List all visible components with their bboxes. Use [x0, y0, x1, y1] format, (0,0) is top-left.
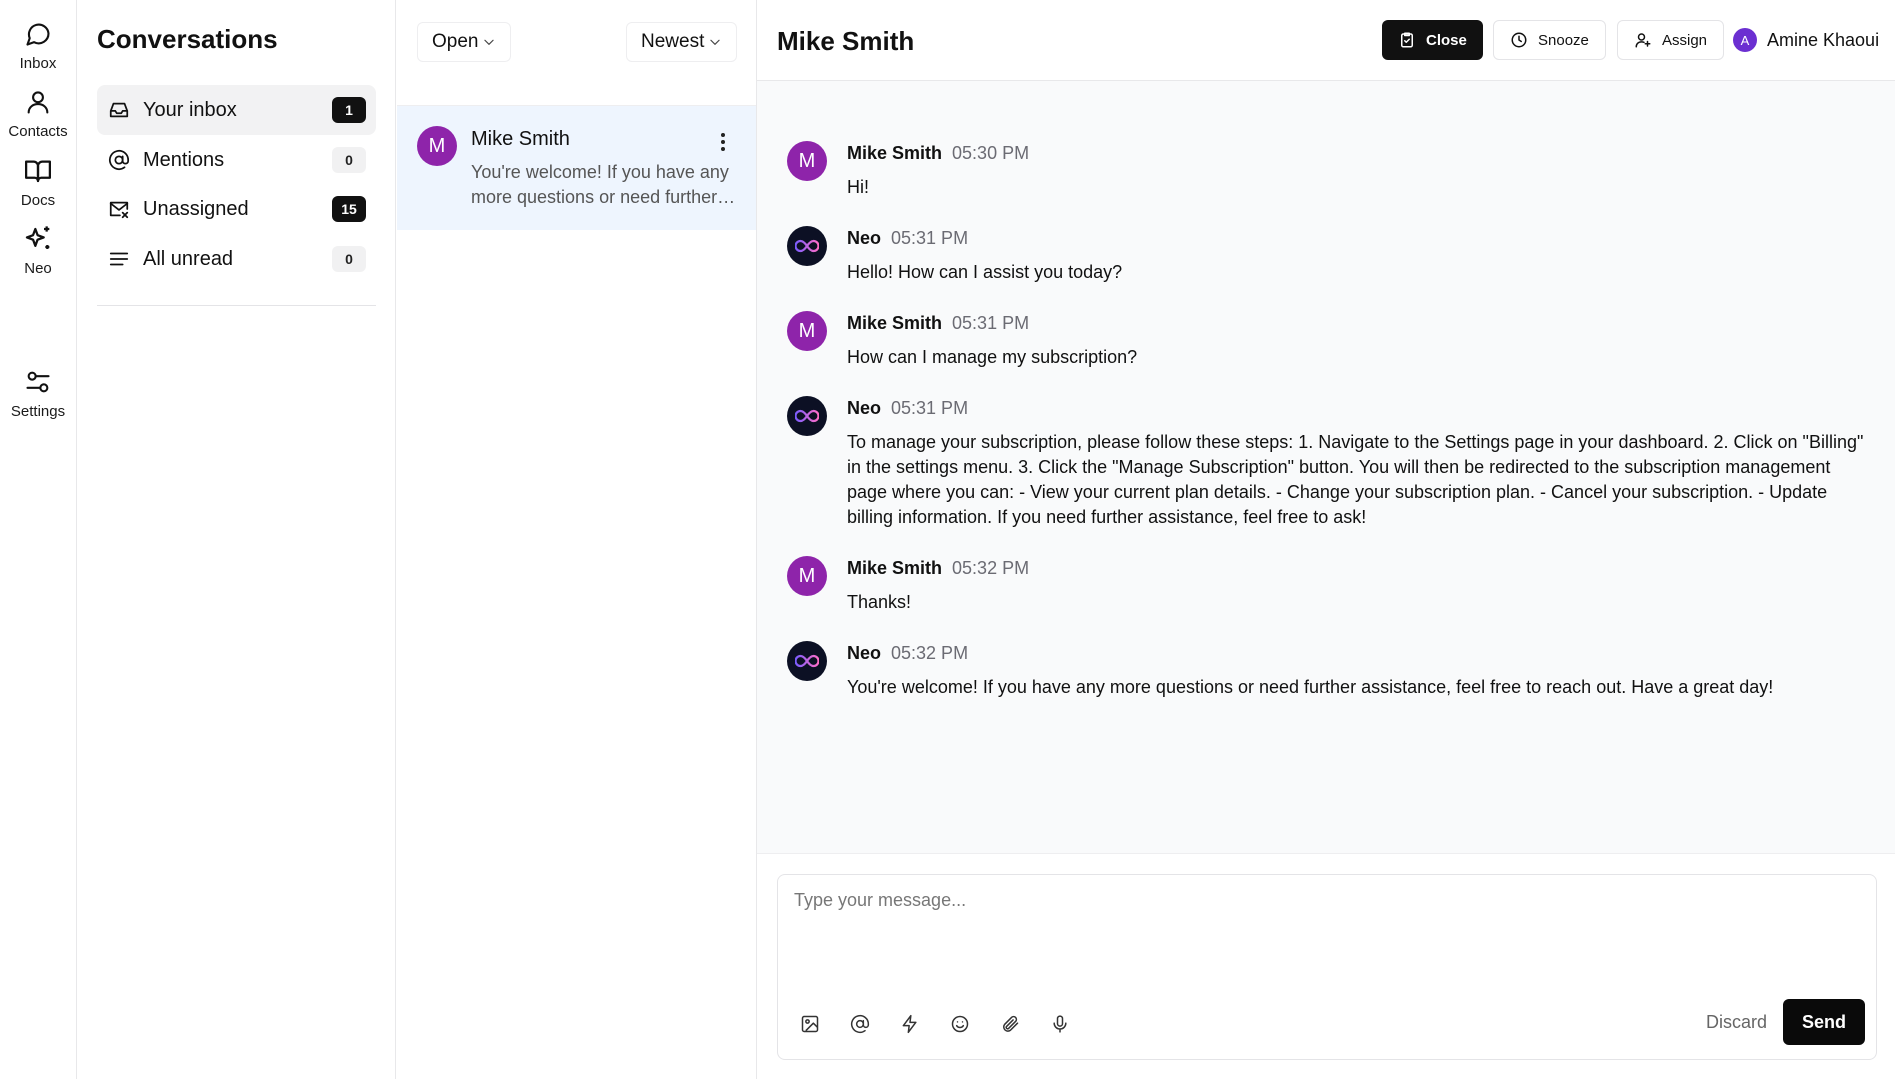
chat-header: Mike Smith Close Snooze Assign A Amine K… — [757, 0, 1895, 81]
message-author: Neo — [847, 643, 882, 663]
assign-label: Assign — [1662, 31, 1708, 49]
chat-bubble-icon — [22, 18, 54, 50]
mail-x-icon — [107, 197, 131, 221]
current-user-menu[interactable]: A Amine Khaoui — [1733, 28, 1879, 52]
clipboard-check-icon — [1398, 31, 1416, 49]
nav-label: Unassigned — [143, 197, 249, 220]
neo-bot-avatar-icon — [787, 226, 827, 266]
panel-title: Conversations — [97, 24, 278, 54]
count-badge: 0 — [332, 147, 366, 173]
message-time: 05:32 PM — [952, 558, 1030, 578]
rail-label: Inbox — [19, 55, 57, 72]
conversation-name: Mike Smith — [471, 128, 570, 150]
paperclip-icon[interactable] — [998, 1012, 1022, 1036]
user-name: Amine Khaoui — [1767, 29, 1880, 50]
rail-label: Contacts — [8, 123, 68, 140]
sliders-icon — [22, 366, 54, 398]
sparkles-icon — [22, 223, 54, 255]
inbox-tray-icon — [107, 98, 131, 122]
neo-bot-avatar-icon — [787, 641, 827, 681]
conversation-list-panel: Open Newest M Mike Smith You're welcome!… — [397, 0, 757, 1079]
assign-button[interactable]: Assign — [1617, 20, 1725, 60]
count-badge: 1 — [332, 97, 366, 123]
chat-title: Mike Smith — [777, 26, 915, 56]
divider — [97, 305, 376, 306]
chevron-down-icon — [708, 35, 722, 49]
message-composer: Discard Send — [777, 874, 1877, 1060]
at-sign-icon[interactable] — [848, 1012, 872, 1036]
message-author: Mike Smith — [847, 313, 943, 333]
status-filter-value: Open — [432, 31, 479, 52]
rail-item-contacts[interactable]: Contacts — [0, 86, 76, 140]
book-icon — [22, 155, 54, 187]
nav-label: All unread — [143, 247, 234, 270]
message-author: Mike Smith — [847, 143, 943, 163]
more-options-icon[interactable] — [713, 130, 733, 154]
clock-icon — [1510, 31, 1528, 49]
at-sign-icon — [107, 148, 131, 172]
person-icon — [22, 86, 54, 118]
rail-label: Settings — [10, 403, 66, 420]
chevron-down-icon — [482, 35, 496, 49]
rail-item-settings[interactable]: Settings — [0, 366, 76, 420]
nav-label: Your inbox — [143, 98, 237, 121]
message-author: Mike Smith — [847, 558, 943, 578]
composer-toolbar — [798, 1012, 1072, 1036]
status-filter-dropdown[interactable]: Open — [417, 22, 512, 62]
conversation-list-item[interactable]: M Mike Smith You're welcome! If you have… — [397, 106, 756, 230]
avatar: M — [787, 556, 827, 596]
sort-filter-value: Newest — [641, 31, 705, 52]
microphone-icon[interactable] — [1048, 1012, 1072, 1036]
rail-label: Neo — [24, 260, 52, 277]
message-text: Thanks! — [847, 592, 912, 612]
message-text: How can I manage my subscription? — [847, 347, 1138, 367]
message-time: 05:31 PM — [891, 228, 969, 248]
avatar: M — [787, 311, 827, 351]
message-author: Neo — [847, 398, 882, 418]
conversation-preview: You're welcome! If you have any more que… — [471, 162, 729, 207]
nav-item-mentions[interactable]: Mentions 0 — [97, 135, 376, 185]
message-text: Hi! — [847, 177, 869, 197]
avatar: M — [417, 126, 457, 166]
nav-item-your-inbox[interactable]: Your inbox 1 — [97, 85, 376, 135]
lines-icon — [107, 247, 131, 271]
message-text: You're welcome! If you have any more que… — [847, 677, 1774, 697]
rail-item-docs[interactable]: Docs — [0, 155, 76, 209]
rail-item-inbox[interactable]: Inbox — [0, 18, 76, 72]
image-icon[interactable] — [798, 1012, 822, 1036]
message-time: 05:31 PM — [952, 313, 1030, 333]
sort-filter-dropdown[interactable]: Newest — [626, 22, 738, 62]
composer-area: Discard Send — [757, 853, 1895, 1079]
message-input[interactable] — [779, 876, 1875, 986]
message-thread: M Mike Smith 05:30 PM Hi! Neo 05:31 PM H… — [757, 81, 1895, 853]
lightning-icon[interactable] — [898, 1012, 922, 1036]
nav-item-unassigned[interactable]: Unassigned 15 — [97, 184, 376, 234]
message-time: 05:31 PM — [891, 398, 969, 418]
avatar: M — [787, 141, 827, 181]
chat-panel: Mike Smith Close Snooze Assign A Amine K… — [757, 0, 1895, 1079]
count-badge: 0 — [332, 246, 366, 272]
count-badge: 15 — [332, 196, 366, 222]
send-button[interactable]: Send — [1783, 999, 1865, 1045]
message-author: Neo — [847, 228, 882, 248]
list-header: Open Newest — [397, 0, 756, 106]
nav-label: Mentions — [143, 148, 225, 171]
left-rail: Inbox Contacts Docs Neo Settings — [0, 0, 77, 1079]
rail-label: Docs — [20, 192, 56, 209]
user-plus-icon — [1634, 31, 1652, 49]
close-conversation-button[interactable]: Close — [1382, 20, 1483, 60]
message-time: 05:32 PM — [891, 643, 969, 663]
conversations-panel: Conversations Your inbox 1 Mentions 0 Un… — [77, 0, 396, 1079]
snooze-label: Snooze — [1538, 31, 1589, 49]
message-time: 05:30 PM — [952, 143, 1030, 163]
avatar: A — [1733, 28, 1757, 52]
close-label: Close — [1426, 31, 1467, 49]
message-text: Hello! How can I assist you today? — [847, 262, 1123, 282]
nav-item-all-unread[interactable]: All unread 0 — [97, 234, 376, 284]
snooze-button[interactable]: Snooze — [1493, 20, 1606, 60]
discard-button[interactable]: Discard — [1692, 999, 1781, 1045]
message-text: To manage your subscription, please foll… — [847, 432, 1864, 527]
smiley-icon[interactable] — [948, 1012, 972, 1036]
neo-bot-avatar-icon — [787, 396, 827, 436]
